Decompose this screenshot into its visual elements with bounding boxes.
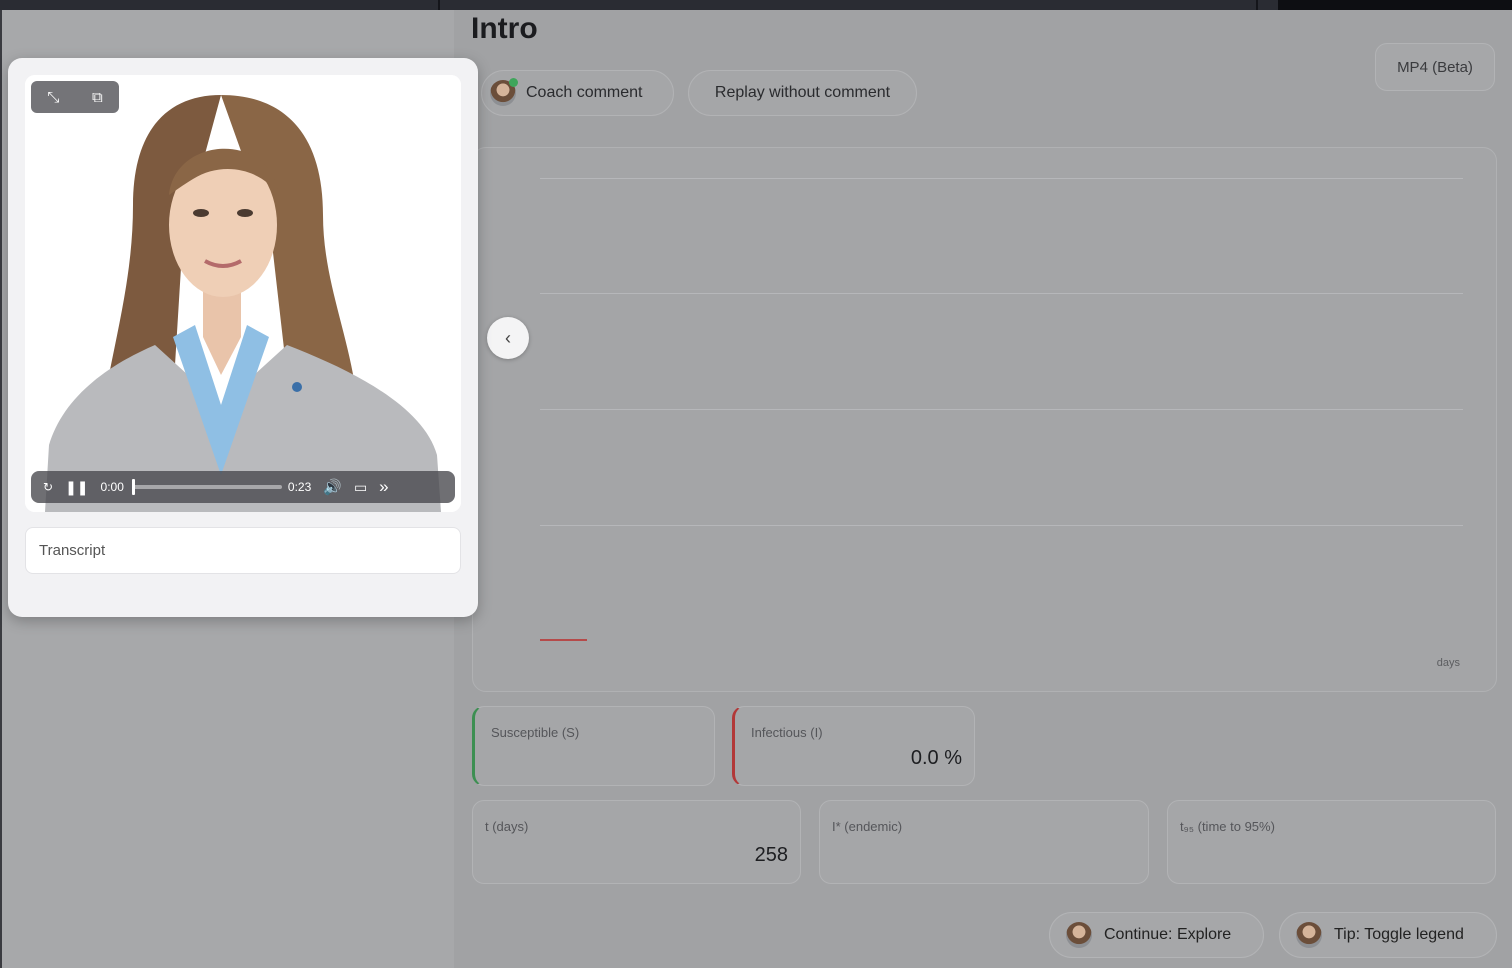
- pause-icon[interactable]: ❚❚: [65, 479, 88, 496]
- coach-avatar: [1066, 922, 1092, 948]
- transcript-label: Transcript: [39, 542, 106, 559]
- replay-without-comment-label: Replay without comment: [714, 84, 891, 101]
- continue-explore-label: Continue: Explore: [1104, 926, 1232, 943]
- coach-video-panel: ⤡ ⧉ ↻ ❚❚ 0:00 0:23 🔊 ▭ » Transcript: [8, 58, 478, 617]
- video-progress-thumb[interactable]: [131, 479, 135, 495]
- coach-portrait: [25, 75, 461, 512]
- video-controls-bar: ↻ ❚❚ 0:00 0:23 🔊 ▭ »: [31, 471, 455, 503]
- pip-controls: ⤡ ⧉: [31, 81, 119, 113]
- top-bar-divider: [438, 0, 440, 10]
- stat-card-t-days: t (days) 258: [472, 800, 801, 884]
- chart-gridline: [540, 525, 1463, 526]
- coach-avatar: [490, 78, 518, 106]
- stat-value: 0.0 %: [910, 747, 962, 769]
- infectious-series-line: [540, 639, 587, 641]
- top-bar-dark-segment: [1278, 0, 1512, 10]
- stat-card-infectious: Infectious (I) 0.0 %: [732, 706, 975, 786]
- mp4-export-label: MP4 (Beta): [1397, 58, 1473, 76]
- mp4-export-button[interactable]: MP4 (Beta): [1375, 43, 1495, 91]
- stat-label: Infectious (I): [751, 725, 823, 740]
- stat-label: Susceptible (S): [491, 725, 580, 740]
- stat-label: t₉₅ (time to 95%): [1180, 819, 1275, 834]
- video-progress-slider[interactable]: [131, 479, 282, 495]
- stat-label: t (days): [485, 819, 529, 834]
- chart-gridline: [540, 409, 1463, 410]
- chevron-left-icon: ‹: [505, 327, 511, 348]
- replay-without-comment-button[interactable]: Replay without comment: [688, 70, 917, 116]
- chart-x-unit-label: days: [1436, 657, 1460, 669]
- replay-icon[interactable]: ↻: [43, 480, 53, 494]
- tip-toggle-legend-label: Tip: Toggle legend: [1334, 926, 1464, 943]
- skip-forward-icon[interactable]: »: [379, 477, 388, 497]
- continue-explore-button[interactable]: Continue: Explore: [1049, 912, 1264, 958]
- tip-toggle-legend-button[interactable]: Tip: Toggle legend: [1279, 912, 1497, 958]
- video-duration: 0:23: [287, 480, 312, 494]
- coach-comment-label: Coach comment: [526, 84, 643, 101]
- picture-in-picture-icon[interactable]: ⧉: [92, 89, 103, 106]
- coach-comment-button[interactable]: Coach comment: [481, 70, 674, 116]
- chart-card: days: [472, 147, 1497, 692]
- chart-gridline: [540, 178, 1463, 179]
- volume-icon[interactable]: 🔊: [323, 478, 342, 496]
- coach-avatar: [1296, 922, 1322, 948]
- chart-gridline: [540, 293, 1463, 294]
- stat-card-susceptible: Susceptible (S): [472, 706, 715, 786]
- top-bar-divider: [1256, 0, 1258, 10]
- stat-card-t95: t₉₅ (time to 95%): [1167, 800, 1496, 884]
- stat-value: 258: [754, 844, 788, 866]
- expand-icon[interactable]: ⤡: [47, 89, 59, 106]
- current-time: 0:00: [100, 480, 124, 494]
- collapse-panel-button[interactable]: ‹: [487, 317, 529, 359]
- stat-label: I* (endemic): [832, 819, 903, 834]
- online-status-dot: [509, 78, 518, 87]
- page-title: Intro: [471, 12, 538, 45]
- transcript-toggle[interactable]: Transcript: [25, 527, 461, 574]
- stat-card-i-endemic: I* (endemic): [819, 800, 1149, 884]
- window-top-bar: [0, 0, 1512, 10]
- coach-video[interactable]: ⤡ ⧉ ↻ ❚❚ 0:00 0:23 🔊 ▭ »: [25, 75, 461, 512]
- airplay-icon[interactable]: ▭: [354, 479, 367, 496]
